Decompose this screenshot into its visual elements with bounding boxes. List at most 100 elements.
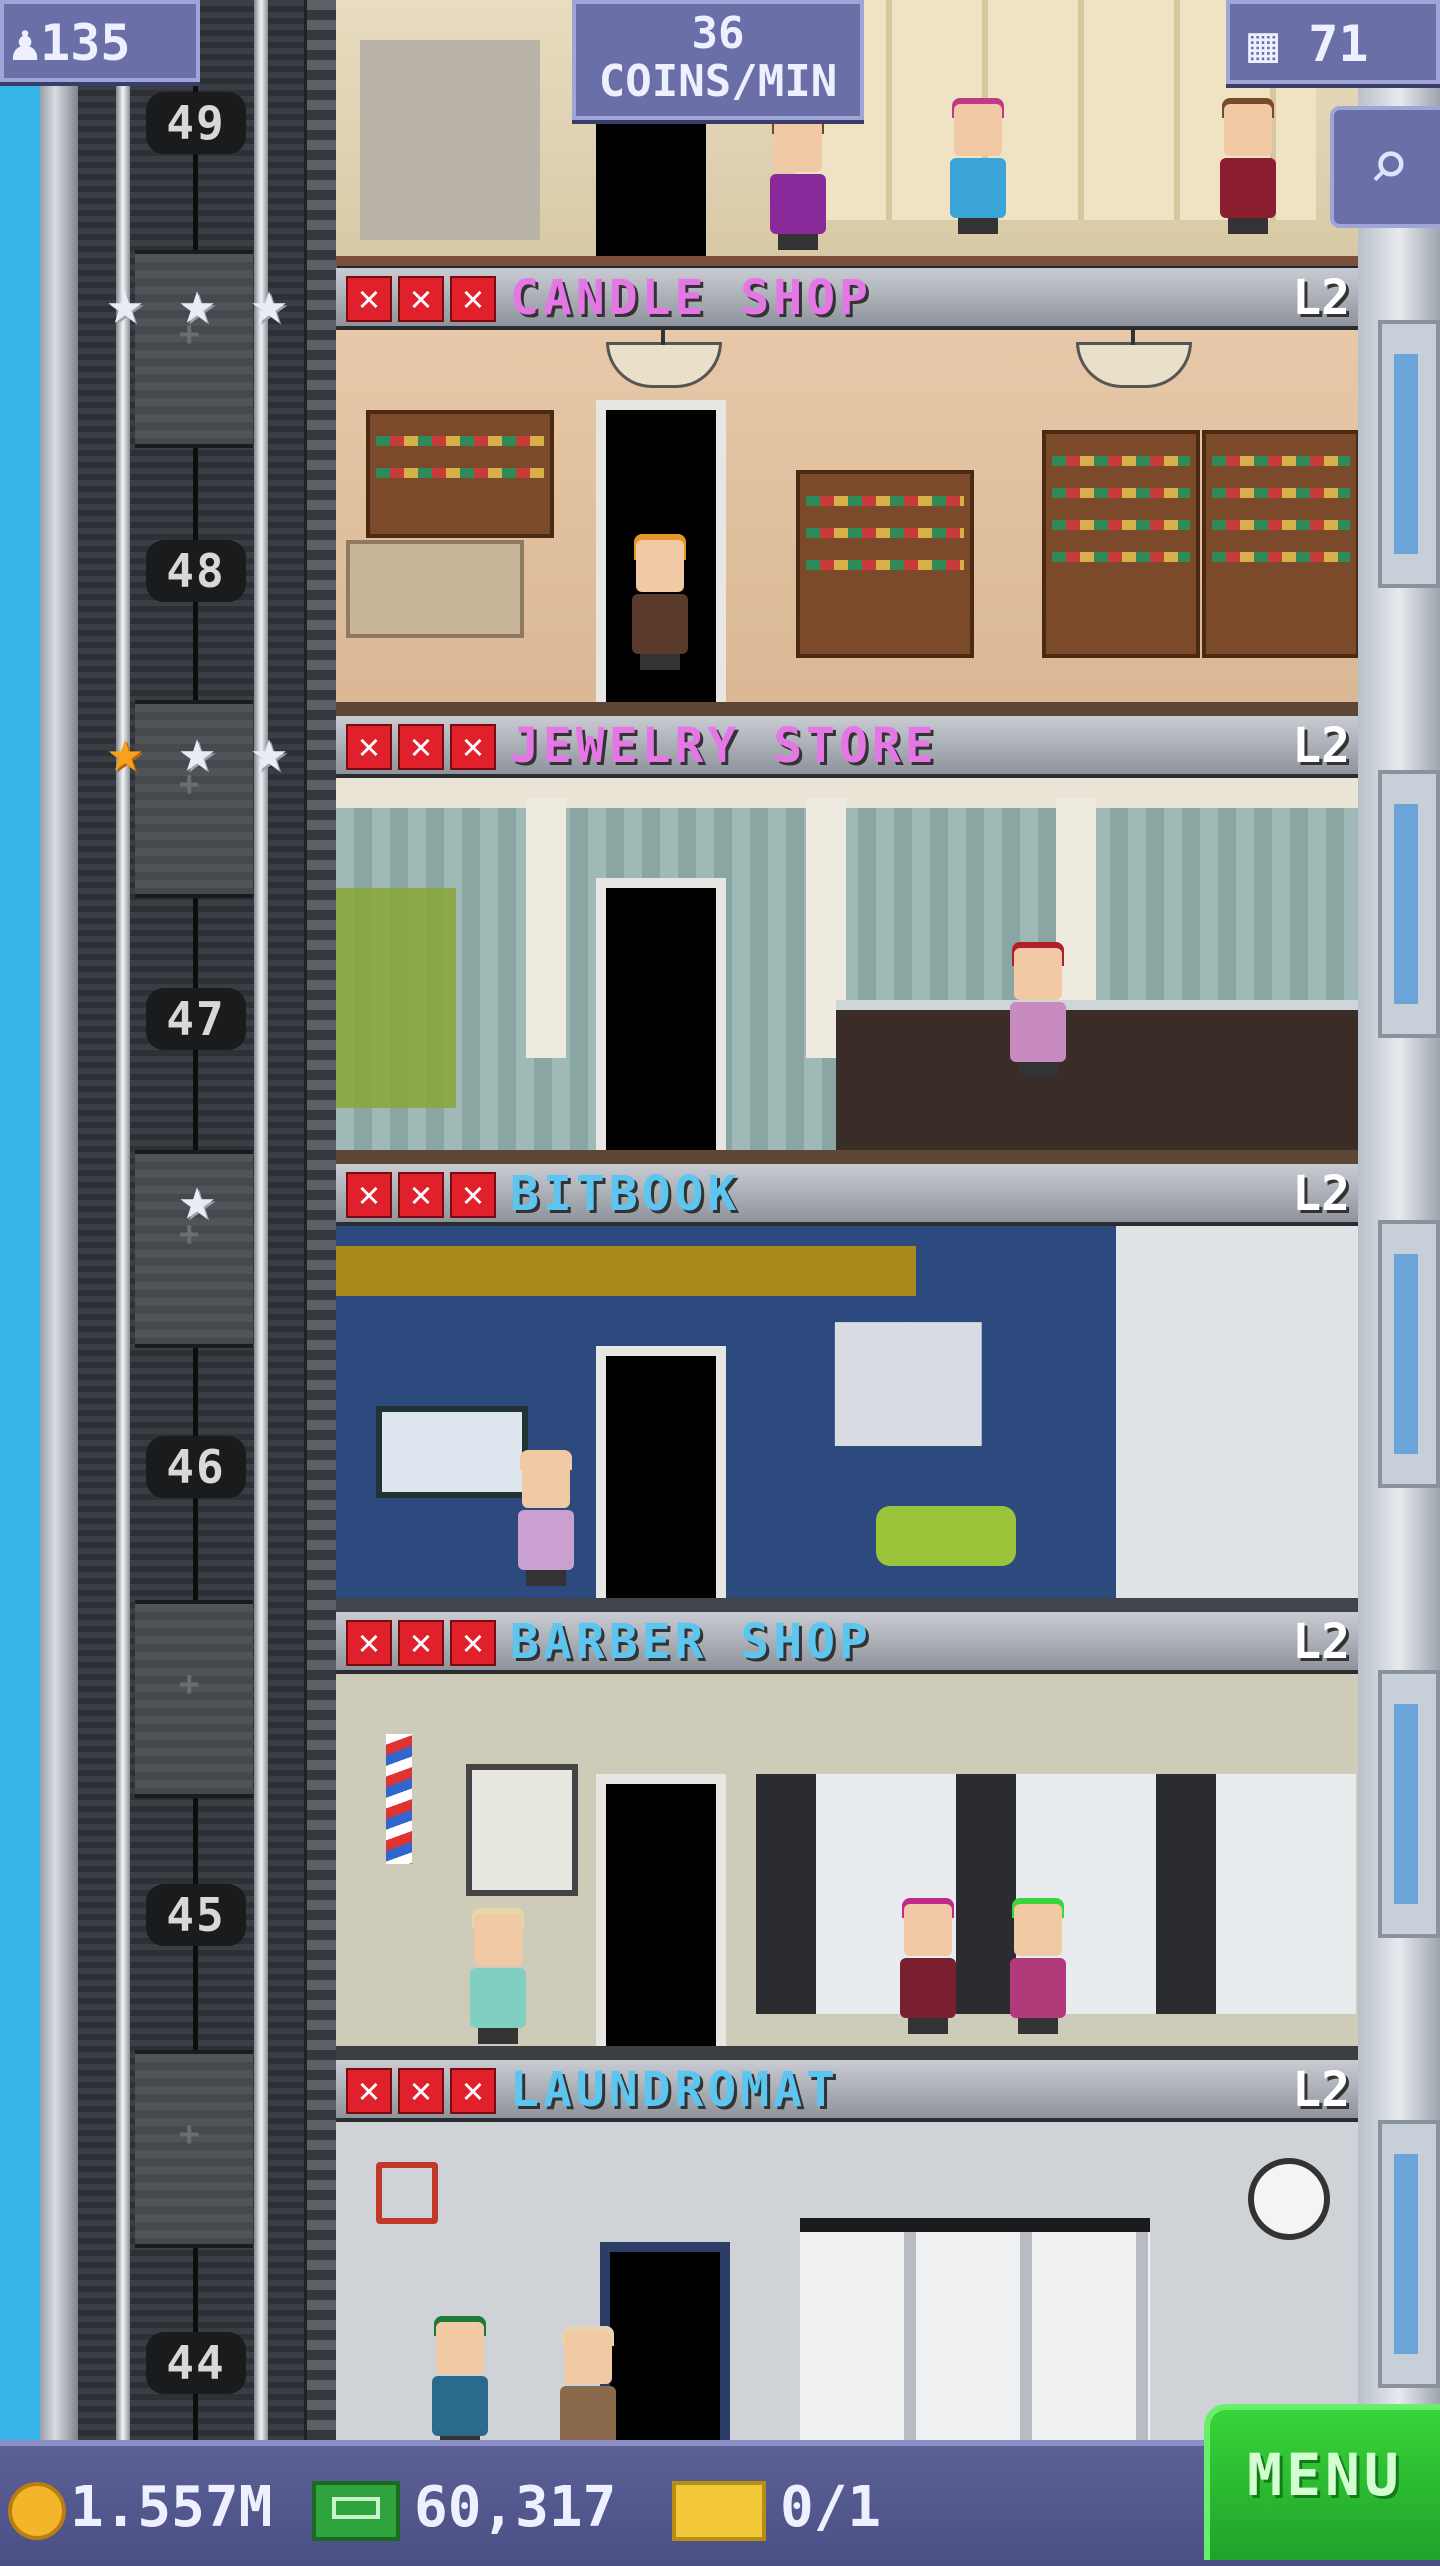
door — [596, 878, 726, 1164]
ceiling-lamp — [1076, 330, 1192, 388]
floor-row-laundromat[interactable]: ✕ ✕ ✕ LAUNDROMAT L2 — [336, 2060, 1358, 2440]
out-of-stock-x-icon: ✕ — [346, 1620, 392, 1666]
out-of-stock-x-icon: ✕ — [346, 276, 392, 322]
search-button[interactable]: ⌕ — [1330, 106, 1440, 228]
floor-level: L2 — [1292, 270, 1350, 326]
bitizen[interactable] — [1006, 1898, 1070, 2034]
ceiling-trim — [336, 778, 1358, 808]
star-empty-icon: ★ — [250, 716, 288, 786]
out-of-stock-x-icon: ✕ — [450, 1172, 496, 1218]
floor-base — [336, 1150, 1358, 1164]
floor-base — [336, 2046, 1358, 2060]
elevator-rail-right — [254, 0, 268, 2440]
floor-row-candle-shop[interactable]: ✕ ✕ ✕ CANDLE SHOP L2 — [336, 268, 1358, 716]
floor-row-barber-shop[interactable]: ✕ ✕ ✕ BARBER SHOP L2 — [336, 1612, 1358, 2060]
stock-status-marks: ✕ ✕ ✕ — [346, 1620, 496, 1666]
population-counter[interactable]: ♟135 — [0, 0, 200, 82]
candle-stand — [796, 470, 974, 658]
star-empty-icon: ★ — [178, 716, 216, 786]
coins-display[interactable]: 1.557M — [8, 2468, 272, 2548]
ladder — [304, 0, 340, 2440]
person-icon: ♟ — [10, 14, 41, 72]
floor-number-label: 44 — [146, 2332, 246, 2394]
bux-display[interactable]: 60,317 — [312, 2468, 616, 2548]
floor-number-label: 49 — [146, 92, 246, 154]
vip-ticket-icon — [672, 2480, 766, 2541]
floor-number-label: 45 — [146, 1884, 246, 1946]
floor-number-label: 47 — [146, 988, 246, 1050]
bitizen[interactable] — [466, 1908, 530, 2044]
window — [1378, 1220, 1440, 1488]
green-couch — [876, 1506, 1016, 1566]
stock-status-marks: ✕ ✕ ✕ — [346, 276, 496, 322]
floor-header[interactable]: ✕ ✕ ✕ LAUNDROMAT L2 — [336, 2060, 1358, 2122]
magnifier-icon: ⌕ — [1367, 124, 1411, 206]
floor-room[interactable] — [336, 2122, 1358, 2440]
floor-name: JEWELRY STORE — [510, 718, 938, 774]
floor-level: L2 — [1292, 2062, 1350, 2118]
clock-icon — [1248, 2158, 1330, 2240]
floor-count-button[interactable]: ▦ 71 — [1226, 0, 1440, 84]
floor-header[interactable]: ✕ ✕ ✕ BITBOOK L2 — [336, 1164, 1358, 1226]
shelf — [366, 410, 554, 538]
bitizen[interactable] — [514, 1450, 578, 1586]
floor-base — [336, 702, 1358, 716]
star-empty-icon: ★ — [178, 1164, 216, 1234]
counter — [346, 540, 524, 638]
menu-button[interactable]: MENU — [1204, 2404, 1440, 2560]
floor-name: BITBOOK — [510, 1166, 741, 1222]
out-of-stock-x-icon: ✕ — [346, 724, 392, 770]
coins-per-min-display: 36 COINS/MIN — [572, 0, 864, 120]
tower-outer-wall — [40, 0, 78, 2440]
out-of-stock-x-icon: ✕ — [450, 2068, 496, 2114]
out-of-stock-x-icon: ✕ — [450, 1620, 496, 1666]
floor-room[interactable] — [336, 778, 1358, 1164]
floor-base — [336, 1598, 1358, 1612]
poster — [466, 1764, 578, 1896]
floor-room[interactable] — [336, 1674, 1358, 2060]
out-of-stock-x-icon: ✕ — [346, 2068, 392, 2114]
window — [1378, 320, 1440, 588]
building-icon: ▦ — [1248, 15, 1279, 73]
construction-worker-bitizen[interactable] — [628, 534, 692, 670]
candle-shelf — [1042, 430, 1200, 658]
window — [1378, 770, 1440, 1038]
star-filled-icon: ★ — [106, 716, 144, 786]
floor-level: L2 — [1292, 1166, 1350, 1222]
office-wall — [1116, 1226, 1358, 1612]
out-of-stock-x-icon: ✕ — [346, 1172, 392, 1218]
out-of-stock-x-icon: ✕ — [398, 724, 444, 770]
bitizen[interactable] — [896, 1898, 960, 2034]
floor-row-bitbook[interactable]: ✕ ✕ ✕ BITBOOK L2 ▇▇ — [336, 1164, 1358, 1612]
plant — [336, 888, 456, 1108]
floor-header[interactable]: ✕ ✕ ✕ JEWELRY STORE L2 — [336, 716, 1358, 778]
out-of-stock-x-icon: ✕ — [398, 1620, 444, 1666]
floor-number-label: 48 — [146, 540, 246, 602]
vip-tickets-display[interactable]: 0/1 — [672, 2468, 881, 2548]
floor-header[interactable]: ✕ ✕ ✕ BARBER SHOP L2 — [336, 1612, 1358, 1674]
shelf-display — [360, 40, 540, 240]
out-of-stock-x-icon: ✕ — [450, 276, 496, 322]
no-sign-icon — [376, 2162, 438, 2224]
bitizen[interactable] — [428, 2316, 492, 2440]
floor-row-jewelry-store[interactable]: ✕ ✕ ✕ JEWELRY STORE L2 — [336, 716, 1358, 1164]
star-empty-icon: ★ — [250, 268, 288, 338]
floor-header[interactable]: ✕ ✕ ✕ CANDLE SHOP L2 — [336, 268, 1358, 330]
bitizen[interactable] — [766, 114, 830, 250]
display-counter — [836, 1000, 1358, 1160]
door — [596, 1774, 726, 2060]
stock-status-marks: ✕ ✕ ✕ — [346, 724, 496, 770]
bitizen[interactable] — [1216, 98, 1280, 234]
floor-room[interactable]: ▇▇ — [336, 1226, 1358, 1612]
floor-level: L2 — [1292, 718, 1350, 774]
stock-status-marks: ✕ ✕ ✕ — [346, 1172, 496, 1218]
floor-level: L2 — [1292, 1614, 1350, 1670]
column — [526, 798, 566, 1058]
floor-room[interactable] — [336, 330, 1358, 716]
door — [596, 1346, 726, 1612]
coins-per-min-label: COINS/MIN — [598, 56, 838, 107]
bitizen[interactable] — [1006, 942, 1070, 1078]
bitizen[interactable] — [556, 2326, 620, 2440]
whiteboard — [376, 1406, 528, 1498]
bitizen[interactable] — [946, 98, 1010, 234]
